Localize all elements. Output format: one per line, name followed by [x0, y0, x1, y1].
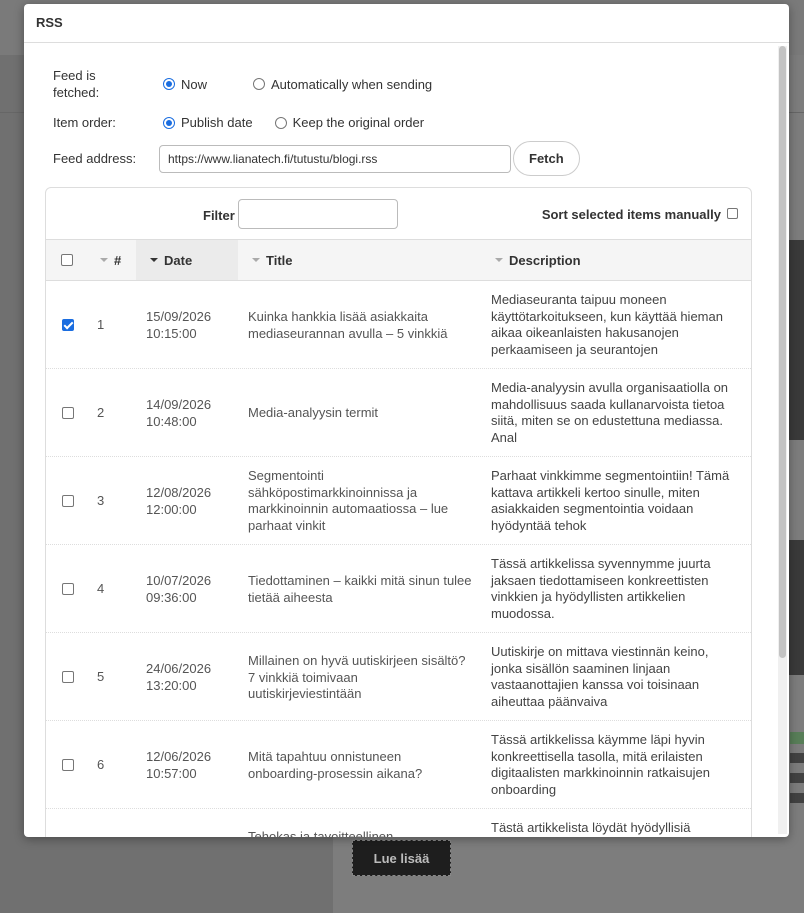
item-order-label: Item order: — [53, 115, 116, 130]
radio-dot[interactable] — [253, 78, 266, 90]
row-title: Millainen on hyvä uutiskirjeen sisältö? … — [248, 653, 466, 701]
row-checkbox[interactable] — [62, 671, 74, 683]
row-checkbox[interactable] — [62, 407, 74, 419]
row-number: 1 — [97, 317, 105, 332]
row-description: Uutiskirje on mittava viestinnän keino, … — [491, 644, 709, 709]
row-date: 12/06/2026 10:57:00 — [146, 749, 212, 781]
table-row[interactable]: 5 24/06/2026 13:20:00 Millainen on hyvä u… — [46, 633, 751, 721]
filter-input[interactable] — [238, 199, 398, 229]
row-number: 5 — [97, 669, 105, 684]
dialog-body: Feed is fetched: Now Automatically when … — [24, 43, 776, 837]
background-text-fragment — [790, 732, 804, 744]
fetch-mode-row: Feed is fetched: Now Automatically when … — [53, 67, 444, 101]
column-header-date[interactable]: Date — [136, 240, 238, 280]
row-checkbox[interactable] — [62, 583, 74, 595]
sort-manually-checkbox[interactable] — [727, 208, 738, 219]
background-text-fragment — [790, 753, 804, 763]
radio-label: Keep the original order — [292, 115, 425, 130]
row-title: Tehokas ja tavoitteellinen — [248, 829, 394, 837]
table-header: # Date Title Description — [46, 239, 751, 281]
row-date: 12/08/2026 12:00:00 — [146, 485, 212, 517]
feed-address-input[interactable]: https://www.lianatech.fi/tutustu/blogi.r… — [159, 144, 511, 173]
read-more-button: Lue lisää — [352, 840, 451, 876]
sort-caret-icon — [495, 258, 503, 262]
row-number: 2 — [97, 405, 105, 420]
fetch-button[interactable]: Fetch — [513, 141, 580, 176]
row-title: Media-analyysin termit — [248, 405, 379, 420]
radio-publish-date[interactable]: Publish date — [163, 115, 263, 130]
dialog-scrollbar[interactable] — [778, 46, 787, 834]
row-title: Segmentointi sähköpostimarkkinoinnissa j… — [248, 468, 449, 533]
sort-caret-icon — [252, 258, 260, 262]
table-row[interactable]: 1 15/09/2026 10:15:00 Kuinka hankkia lisä… — [46, 281, 751, 369]
table-row[interactable]: Tehokas ja tavoitteellinen Tästä artikke… — [46, 809, 751, 837]
column-header-label: # — [114, 252, 122, 268]
row-description: Mediaseuranta taipuu moneen käyttötarkoi… — [491, 292, 723, 357]
table-row[interactable]: 3 12/08/2026 12:00:00 Segmentointi sähköp… — [46, 457, 751, 545]
radio-dot[interactable] — [274, 116, 287, 129]
row-description: Tästä artikkelista löydät hyödyllisiä — [491, 820, 691, 835]
radio-fetch-automatic[interactable]: Automatically when sending — [253, 77, 432, 92]
panel-toolbar: Filter Sort selected items manually — [46, 188, 751, 239]
radio-original-order[interactable]: Keep the original order — [274, 115, 425, 130]
table-row[interactable]: 2 14/09/2026 10:48:00 Media-analyysin ter… — [46, 369, 751, 457]
row-title: Mitä tapahtuu onnistuneen onboarding-pro… — [248, 749, 423, 781]
background-block — [789, 240, 804, 440]
filter-label: Filter — [203, 208, 235, 223]
row-checkbox[interactable] — [62, 495, 74, 507]
feed-items-panel: Filter Sort selected items manually # Da… — [45, 187, 752, 837]
sort-caret-icon — [150, 258, 158, 262]
row-number: 4 — [97, 581, 105, 596]
radio-dot[interactable] — [163, 116, 175, 129]
background-text-fragment — [790, 773, 804, 783]
feed-address-row: Feed address: https://www.lianatech.fi/t… — [53, 141, 580, 176]
sort-manually-label: Sort selected items manually — [541, 207, 721, 222]
column-header-label: Description — [509, 252, 581, 268]
row-number: 3 — [97, 493, 105, 508]
row-description: Tässä artikkelissa käymme läpi hyvin kon… — [491, 732, 710, 797]
item-order-row: Item order: Publish date Keep the origin… — [53, 114, 436, 131]
row-description: Tässä artikkelissa syvennymme juurta jak… — [491, 556, 711, 621]
sort-caret-icon — [100, 258, 108, 262]
row-date: 15/09/2026 10:15:00 — [146, 309, 212, 341]
select-all-checkbox[interactable] — [61, 254, 73, 266]
row-description: Parhaat vinkkimme segmentointiin! Tämä k… — [491, 468, 730, 533]
table-row[interactable]: 6 12/06/2026 10:57:00 Mitä tapahtuu onnis… — [46, 721, 751, 809]
dialog-title: RSS — [24, 4, 789, 43]
column-header-title[interactable]: Title — [252, 240, 293, 280]
row-title: Tiedottaminen – kaikki mitä sinun tulee … — [248, 573, 472, 605]
column-header-label: Date — [164, 252, 193, 268]
row-date: 14/09/2026 10:48:00 — [146, 397, 212, 429]
feed-address-label: Feed address: — [53, 151, 137, 166]
radio-label: Publish date — [181, 115, 253, 130]
fetch-mode-label: Feed is fetched: — [53, 68, 100, 100]
radio-label: Now — [181, 76, 208, 92]
column-header-description[interactable]: Description — [495, 240, 581, 280]
radio-label: Automatically when sending — [271, 76, 433, 92]
table-row[interactable]: 4 10/07/2026 09:36:00 Tiedottaminen – kai… — [46, 545, 751, 633]
scrollbar-thumb[interactable] — [779, 46, 786, 658]
row-checkbox[interactable] — [62, 319, 74, 331]
row-number: 6 — [97, 757, 105, 772]
row-date: 10/07/2026 09:36:00 — [146, 573, 212, 605]
radio-fetch-now[interactable]: Now — [163, 77, 241, 92]
radio-dot[interactable] — [163, 78, 175, 90]
row-checkbox[interactable] — [62, 759, 74, 771]
row-description: Media-analyysin avulla organisaatiolla o… — [491, 380, 729, 445]
rss-dialog: RSS Feed is fetched: Now Automatically w… — [24, 4, 789, 837]
row-title: Kuinka hankkia lisää asiakkaita mediaseu… — [248, 309, 448, 341]
column-header-label: Title — [266, 252, 293, 268]
background-text-fragment — [790, 793, 804, 803]
row-date: 24/06/2026 13:20:00 — [146, 661, 212, 693]
background-block — [789, 540, 804, 675]
column-header-number[interactable]: # — [100, 240, 121, 280]
